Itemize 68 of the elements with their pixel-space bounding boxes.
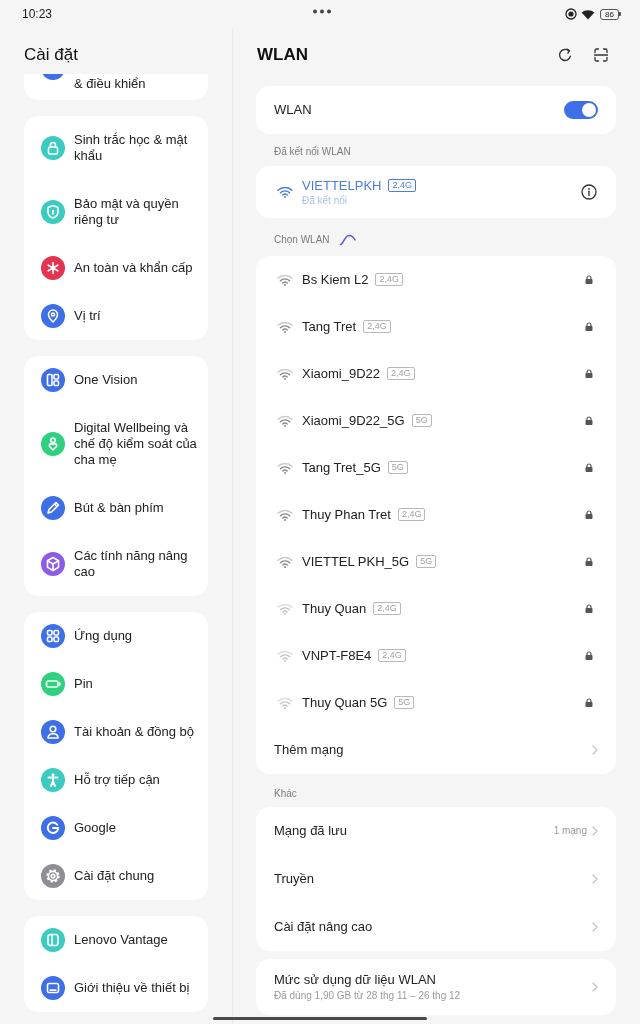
network-item[interactable]: Tang Tret_5G 5G [256,444,616,491]
section-header: Khác [274,788,298,800]
settings-item[interactable]: & điều khiển [24,74,208,100]
add-network-item[interactable]: Thêm mạng [256,726,616,774]
chevron-right-icon [592,874,598,884]
settings-item[interactable]: One Vision [24,356,208,404]
status-time: 10:23 [22,7,53,21]
settings-item[interactable]: Cài đặt chung [24,852,208,900]
band-badge: 2,4G [363,320,391,333]
settings-item[interactable]: Vị trí [24,292,208,340]
chevron-right-icon [592,982,598,992]
network-item[interactable]: Xiaomi_9D22_5G 5G [256,397,616,444]
section-header: Chọn WLAN [274,234,330,246]
band-badge: 2,4G [373,602,401,615]
settings-row[interactable]: Mức sử dụng dữ liệu WLAN Đã dùng 1,90 GB từ 28 thg 11 – 26 thg 12 [256,959,616,1015]
chevron-right-icon [592,826,598,836]
settings-row[interactable]: Mạng đã lưu 1 mạng [256,807,616,855]
band-badge: 2,4G [397,508,426,521]
settings-item[interactable]: Bút & bàn phím [24,484,208,532]
chevron-right-icon [592,745,598,755]
refresh-icon[interactable] [558,48,572,62]
battery-percent: 86 [600,8,619,20]
network-item[interactable]: VNPT-F8E4 2,4G [256,632,616,679]
wifi-icon [581,8,595,20]
info-icon[interactable] [581,184,597,200]
wifi-icon [277,186,293,198]
settings-item[interactable]: Sinh trắc học & mật khẩu [24,116,208,180]
section-header: Đã kết nối WLAN [274,146,352,158]
band-badge: 5G [387,461,408,474]
usage-summary: Đã dùng 1,90 GB từ 28 thg 11 – 26 thg 12 [274,990,461,1002]
band-badge: 2,4G [378,649,406,662]
dot-in-ring-icon [565,8,577,20]
network-item[interactable]: Xiaomi_9D22 2,4G [256,350,616,397]
network-item[interactable]: Thuy Quan 2,4G [256,585,616,632]
settings-item[interactable]: Google [24,804,208,852]
settings-item[interactable]: Hỗ trợ tiếp cận [24,756,208,804]
network-item[interactable]: Bs Kiem L2 2,4G [256,256,616,303]
wlan-switch[interactable] [564,101,598,119]
settings-item[interactable]: Bảo mật và quyền riêng tư [24,180,208,244]
settings-row[interactable]: Truyền [256,855,616,903]
network-item[interactable]: Tang Tret 2,4G [256,303,616,350]
settings-item[interactable]: Ứng dụng [24,612,208,660]
scan-icon[interactable] [594,48,608,62]
network-item[interactable]: VIETTEL PKH_5G 5G [256,538,616,585]
row-value: 1 mạng [553,825,587,837]
band-badge: 5G [411,414,432,427]
band-badge: 5G [416,555,437,568]
network-item[interactable]: Thuy Phan Tret 2,4G [256,491,616,538]
network-item[interactable]: VIETTELPKH 2,4G Đã kết nối [256,166,616,218]
band-badge: 2,4G [388,179,416,192]
page-title: WLAN [256,45,308,65]
band-badge: 2,4G [387,367,415,380]
settings-item[interactable]: Tài khoản & đồng bộ [24,708,208,756]
settings-item[interactable]: Lenovo Vantage [24,916,208,964]
settings-item[interactable]: Các tính năng nâng cao [24,532,208,596]
dots-handle-icon[interactable] [311,8,332,14]
settings-item[interactable]: An toàn và khẩn cấp [24,244,208,292]
settings-row[interactable]: Cài đặt nâng cao [256,903,616,951]
network-item[interactable]: Thuy Quan 5G 5G [256,679,616,726]
settings-item[interactable]: Giới thiệu về thiết bị [24,964,208,1012]
network-status: Đã kết nối [302,194,349,207]
chevron-right-icon [592,922,598,932]
band-badge: 2,4G [375,273,403,286]
toggle-label: WLAN [274,102,312,118]
band-badge: 5G [394,696,415,709]
settings-title: Cài đặt [24,45,78,65]
settings-item[interactable]: Digital Wellbeing và chế độ kiểm soát của cha mẹ [24,404,208,484]
settings-item[interactable]: Pin [24,660,208,708]
